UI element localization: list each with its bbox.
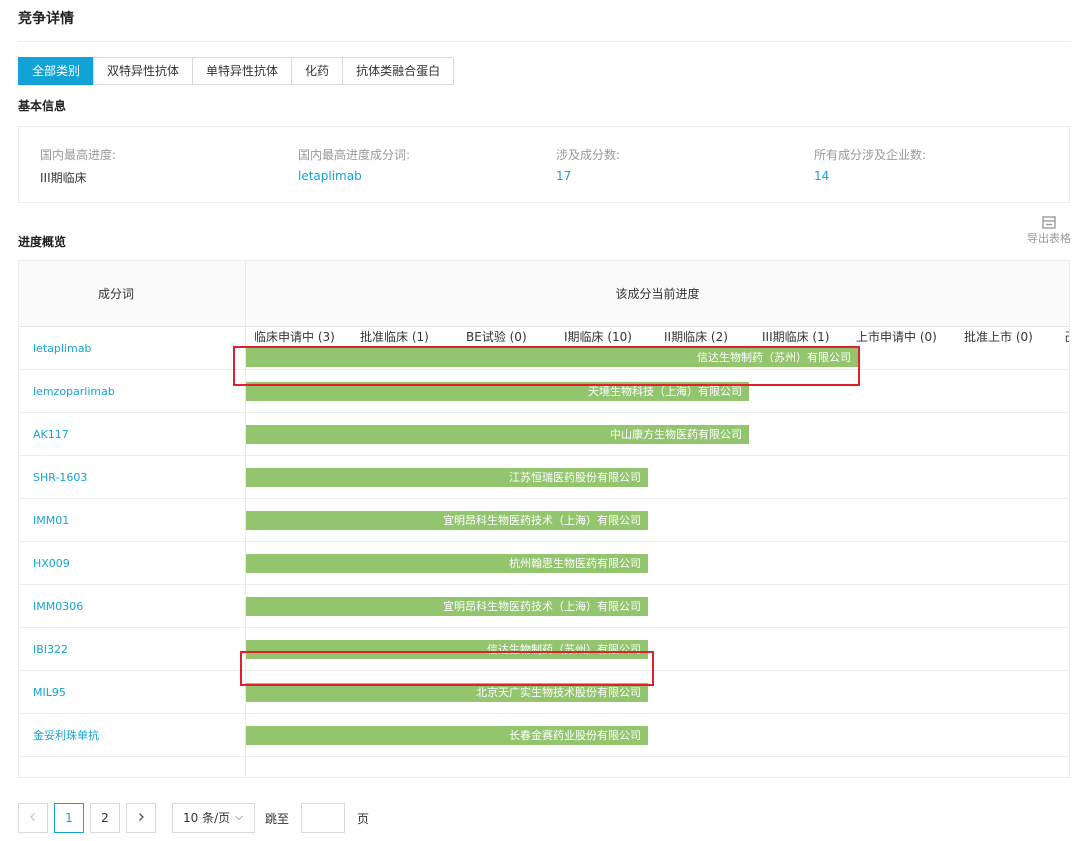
- stage-label: I期临床 (10): [564, 330, 632, 344]
- stage-label: III期临床 (1): [762, 330, 830, 344]
- ingredient-link[interactable]: IMM0306: [19, 585, 245, 628]
- page-title: 竞争详情: [18, 11, 74, 27]
- info-label: 国内最高进度成分词:: [298, 148, 411, 162]
- progress-column: 该成分当前进度 临床申请中 (3) 批准临床 (1) BE试验 (0) I期临床 (1…: [246, 261, 1069, 777]
- page-2-button[interactable]: 2: [90, 803, 120, 833]
- progress-bar[interactable]: 北京天广实生物技术股份有限公司: [246, 683, 648, 702]
- next-page-button[interactable]: [126, 803, 156, 833]
- progress-row: 杭州翰思生物医药有限公司: [246, 542, 1069, 585]
- progress-overview-title: 进度概览: [18, 235, 67, 249]
- progress-bar[interactable]: 天境生物科技（上海）有限公司: [246, 382, 749, 401]
- progress-row: 中山康方生物医药有限公司: [246, 413, 1069, 456]
- info-highest-ingredient: 国内最高进度成分词: letaplimab: [298, 146, 410, 183]
- progress-bars: 信达生物制药（苏州）有限公司 天境生物科技（上海）有限公司 中山康方生物医药有限公司…: [246, 348, 1069, 757]
- jump-label: 跳至: [264, 811, 289, 826]
- ingredient-link[interactable]: SHR-1603: [19, 456, 245, 499]
- page-size-value: 10 条/页: [183, 811, 231, 825]
- progress-bar[interactable]: 江苏恒瑞医药股份有限公司: [246, 468, 648, 487]
- tab-antibody-fusion-protein[interactable]: 抗体类融合蛋白: [342, 57, 455, 85]
- stage-header: 临床申请中 (3) 批准临床 (1) BE试验 (0) I期临床 (10) II期临床 …: [246, 327, 1069, 348]
- progress-bar[interactable]: 信达生物制药（苏州）有限公司: [246, 348, 858, 367]
- page-1-button[interactable]: 1: [54, 803, 84, 833]
- chevron-right-icon: [139, 813, 144, 821]
- info-label: 国内最高进度:: [40, 148, 117, 162]
- category-tabs: 全部类别 双特异性抗体 单特异性抗体 化药 抗体类融合蛋白: [18, 57, 455, 85]
- progress-bar[interactable]: 宜明昂科生物医药技术（上海）有限公司: [246, 597, 648, 616]
- tab-bispecific-antibody[interactable]: 双特异性抗体: [93, 57, 194, 85]
- ingredient-column: 成分词 letaplimab lemzoparlimab AK117 SHR-1603…: [19, 261, 246, 777]
- info-value-link[interactable]: letaplimab: [298, 169, 410, 183]
- stage-label: BE试验 (0): [466, 330, 527, 344]
- ingredient-link[interactable]: lemzoparlimab: [19, 370, 245, 413]
- pagination: 1 2 10 条/页 跳至 页: [18, 803, 369, 833]
- info-ingredient-count: 涉及成分数: 17: [556, 146, 620, 183]
- progress-bar[interactable]: 信达生物制药（苏州）有限公司: [246, 640, 648, 659]
- info-company-count: 所有成分涉及企业数: 14: [814, 146, 926, 183]
- tab-all[interactable]: 全部类别: [18, 57, 95, 85]
- page-size-select[interactable]: 10 条/页: [172, 803, 255, 833]
- progress-row: 宜明昂科生物医药技术（上海）有限公司: [246, 585, 1069, 628]
- ingredient-link[interactable]: IBI322: [19, 628, 245, 671]
- table-export-icon: [1042, 216, 1056, 229]
- ingredient-link[interactable]: IMM01: [19, 499, 245, 542]
- chevron-left-icon: [30, 813, 35, 821]
- ingredient-link[interactable]: letaplimab: [19, 327, 245, 370]
- info-value-link[interactable]: 17: [556, 169, 620, 183]
- progress-bar[interactable]: 长春金赛药业股份有限公司: [246, 726, 648, 745]
- stage-label: 己: [1064, 327, 1069, 348]
- progress-row: 江苏恒瑞医药股份有限公司: [246, 456, 1069, 499]
- info-label: 涉及成分数:: [556, 148, 621, 162]
- progress-row: 信达生物制药（苏州）有限公司: [246, 628, 1069, 671]
- ingredient-link[interactable]: MIL95: [19, 671, 245, 714]
- progress-row: 信达生物制药（苏州）有限公司: [246, 348, 1069, 370]
- stage-label: 临床申请中 (3): [254, 330, 335, 344]
- stage-label: II期临床 (2): [664, 330, 728, 344]
- progress-bar[interactable]: 宜明昂科生物医药技术（上海）有限公司: [246, 511, 648, 530]
- ingredient-link[interactable]: HX009: [19, 542, 245, 585]
- tab-monospecific-antibody[interactable]: 单特异性抗体: [192, 57, 293, 85]
- info-value: III期临床: [40, 171, 87, 185]
- progress-table: 成分词 letaplimab lemzoparlimab AK117 SHR-1603…: [18, 260, 1070, 778]
- export-label: 导出表格: [1027, 232, 1071, 245]
- progress-bar[interactable]: 杭州翰思生物医药有限公司: [246, 554, 648, 573]
- progress-row: 北京天广实生物技术股份有限公司: [246, 671, 1069, 714]
- info-highest-progress: 国内最高进度: III期临床: [40, 146, 116, 186]
- basic-info-title: 基本信息: [18, 99, 67, 113]
- export-table-button[interactable]: 导出表格: [1026, 216, 1072, 246]
- page-suffix: 页: [356, 811, 369, 826]
- tab-chemical-drug[interactable]: 化药: [291, 57, 344, 85]
- info-value-link[interactable]: 14: [814, 169, 926, 183]
- stage-label: 批准临床 (1): [360, 330, 429, 344]
- ingredient-link[interactable]: 金妥利珠单抗: [19, 714, 245, 757]
- ingredient-link[interactable]: AK117: [19, 413, 245, 456]
- ingredient-column-header: 成分词: [19, 261, 245, 327]
- stage-label: 批准上市 (0): [964, 330, 1033, 344]
- progress-column-header: 该成分当前进度: [246, 261, 1069, 327]
- progress-row: 宜明昂科生物医药技术（上海）有限公司: [246, 499, 1069, 542]
- progress-row: 长春金赛药业股份有限公司: [246, 714, 1069, 757]
- progress-bar[interactable]: 中山康方生物医药有限公司: [246, 425, 749, 444]
- title-divider: [18, 41, 1070, 42]
- chevron-down-icon: [235, 815, 243, 821]
- jump-page-input[interactable]: [300, 803, 345, 833]
- stage-label: 上市申请中 (0): [856, 330, 937, 344]
- basic-info-panel: 国内最高进度: III期临床 国内最高进度成分词: letaplimab 涉及成…: [18, 126, 1070, 203]
- info-label: 所有成分涉及企业数:: [814, 148, 927, 162]
- progress-row: 天境生物科技（上海）有限公司: [246, 370, 1069, 413]
- prev-page-button[interactable]: [18, 803, 48, 833]
